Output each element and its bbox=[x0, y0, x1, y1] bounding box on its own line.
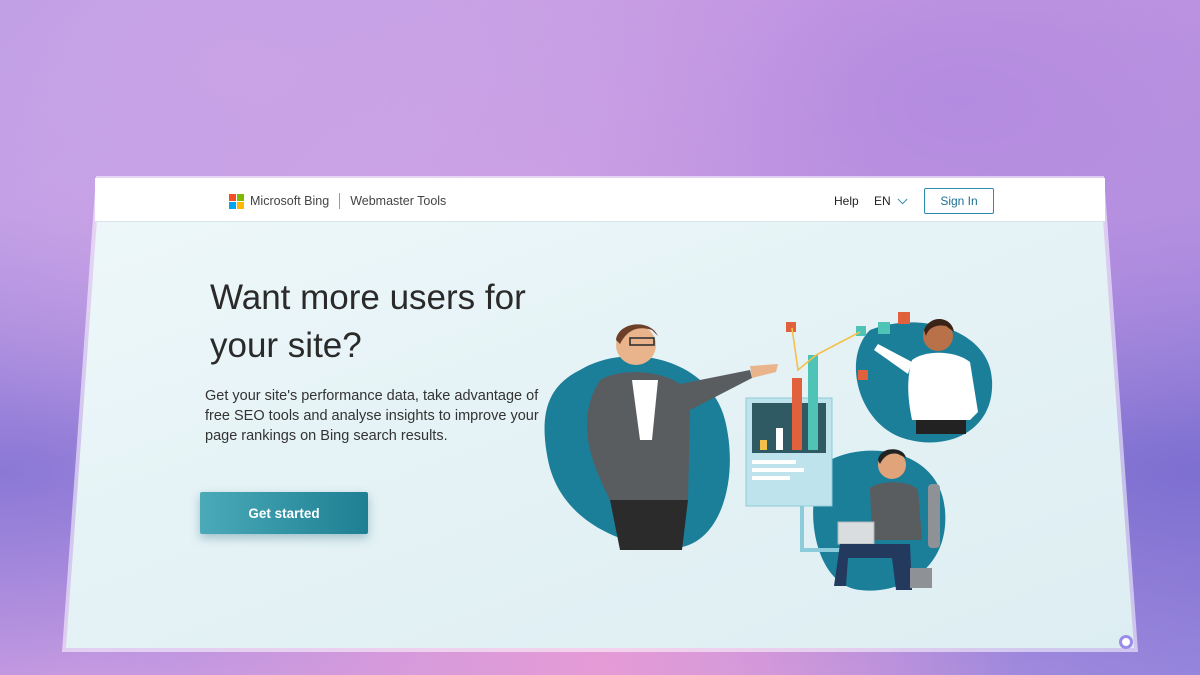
woman-hand bbox=[750, 364, 778, 378]
text-line-2 bbox=[752, 468, 804, 472]
bar-1 bbox=[760, 440, 767, 450]
hero-illustration bbox=[544, 312, 993, 591]
text-line-3 bbox=[752, 476, 790, 480]
bar-4 bbox=[808, 355, 818, 450]
text-line-1 bbox=[752, 460, 796, 464]
square-orange-2 bbox=[898, 312, 910, 324]
help-link[interactable]: Help bbox=[834, 194, 859, 208]
woman-pants bbox=[610, 500, 688, 550]
square-teal-2 bbox=[878, 322, 890, 334]
microsoft-logo-icon bbox=[229, 193, 244, 209]
language-label: EN bbox=[874, 194, 891, 208]
sign-in-button[interactable]: Sign In bbox=[924, 188, 994, 214]
bar-3 bbox=[792, 378, 802, 450]
laptop bbox=[837, 521, 875, 545]
hero-headline: Want more users for your site? bbox=[210, 278, 526, 365]
language-selector[interactable]: EN bbox=[874, 193, 908, 208]
square-orange-3 bbox=[858, 370, 868, 380]
chair-back bbox=[928, 484, 940, 548]
chart-line bbox=[791, 327, 861, 372]
square-orange bbox=[786, 322, 796, 332]
brand-name: Microsoft Bing bbox=[250, 194, 330, 208]
brand[interactable]: Microsoft Bing Webmaster Tools bbox=[229, 192, 446, 210]
get-started-button[interactable]: Get started bbox=[200, 492, 368, 534]
woman2-shirt bbox=[908, 352, 978, 420]
bar-2 bbox=[776, 428, 783, 450]
copilot-icon[interactable] bbox=[1119, 635, 1133, 649]
chair-base bbox=[910, 568, 932, 588]
product-name: Webmaster Tools bbox=[350, 194, 447, 208]
woman2-pants bbox=[916, 420, 966, 434]
brand-divider bbox=[339, 193, 341, 209]
man-shirt bbox=[870, 482, 922, 540]
square-teal-1 bbox=[856, 326, 866, 336]
hero-description: Get your site's performance data, take a… bbox=[205, 388, 539, 444]
